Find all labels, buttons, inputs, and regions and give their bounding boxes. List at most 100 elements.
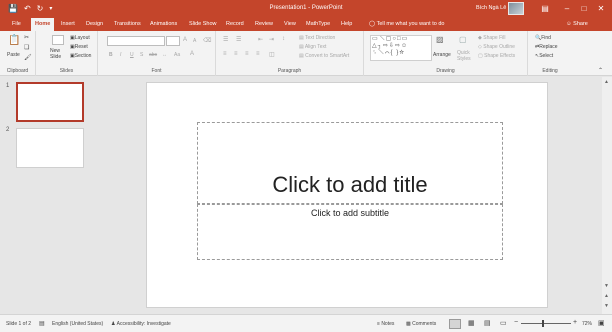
ribbon-display-options-icon[interactable]: ▤	[538, 2, 552, 16]
tab-mathtype[interactable]: MathType	[302, 18, 334, 31]
share-button[interactable]: ☺ Share	[566, 18, 588, 31]
subtitle-placeholder[interactable]: Click to add subtitle	[197, 204, 503, 260]
cut-icon[interactable]: ✂	[24, 34, 29, 41]
spelling-check-icon[interactable]: ▤	[39, 320, 45, 327]
minimize-icon[interactable]: –	[560, 2, 574, 16]
character-spacing-icon[interactable]: ↔	[162, 52, 167, 58]
paste-icon[interactable]: 📋	[8, 35, 20, 46]
zoom-out-icon[interactable]: −	[514, 319, 518, 326]
tell-me-text: Tell me what you want to do	[376, 21, 445, 27]
slide-canvas[interactable]: Click to add title Click to add subtitle	[146, 82, 548, 308]
slide-sorter-icon[interactable]: ▦	[468, 319, 475, 327]
layout-label: Layout	[74, 35, 90, 41]
tab-home[interactable]: Home	[31, 18, 55, 31]
align-text-button[interactable]: ▤ Align Text	[299, 44, 326, 50]
zoom-slider[interactable]	[521, 323, 571, 324]
paste-button[interactable]: Paste	[7, 52, 20, 58]
next-slide-icon[interactable]: ▼	[604, 303, 609, 309]
text-direction-button[interactable]: ▤ Text Direction	[299, 35, 335, 41]
scroll-down-icon[interactable]: ▼	[604, 283, 609, 289]
tab-transitions[interactable]: Transitions	[110, 18, 145, 31]
increase-font-size-button[interactable]: A	[183, 37, 187, 43]
shape-effects-button[interactable]: ▢ Shape Effects	[478, 53, 515, 59]
normal-view-icon[interactable]	[449, 319, 461, 329]
slide-thumbnail-2[interactable]	[16, 128, 84, 168]
comments-button[interactable]: ▩ Comments	[406, 321, 436, 327]
replace-button[interactable]: ⇄Replace	[535, 44, 558, 50]
user-name[interactable]: Bích Ngà Lê	[476, 5, 506, 11]
align-center-icon[interactable]: ≡	[234, 51, 238, 57]
shadow-button[interactable]: S	[140, 52, 143, 58]
change-case-button[interactable]: Aa	[174, 52, 180, 58]
select-button[interactable]: ↖Select	[535, 53, 553, 59]
layout-button[interactable]: ▣Layout	[70, 35, 90, 41]
strikethrough-button[interactable]: abc	[149, 52, 157, 58]
slide-thumbnail-1[interactable]	[16, 82, 84, 122]
tab-animations[interactable]: Animations	[146, 18, 181, 31]
increase-indent-icon[interactable]: ⇥	[269, 36, 274, 43]
decrease-indent-icon[interactable]: ⇤	[258, 36, 263, 43]
align-text-label: Align Text	[304, 44, 327, 50]
shape-fill-button[interactable]: ◆ Shape Fill	[478, 35, 505, 41]
replace-label: Replace	[539, 44, 558, 50]
vertical-scrollbar[interactable]: ▲ ▼ ▲ ▼	[602, 77, 612, 314]
zoom-in-icon[interactable]: +	[573, 319, 577, 326]
tab-view[interactable]: View	[280, 18, 300, 31]
font-color-icon[interactable]: A	[190, 51, 194, 57]
arrange-icon[interactable]: ▨	[436, 35, 444, 44]
underline-button[interactable]: U	[130, 52, 134, 58]
find-button[interactable]: 🔍Find	[535, 35, 551, 41]
tab-design[interactable]: Design	[82, 18, 107, 31]
clear-formatting-icon[interactable]: ⌫	[203, 37, 211, 44]
decrease-font-size-button[interactable]: A	[193, 38, 196, 44]
quick-styles-label-2[interactable]: Styles	[457, 56, 471, 62]
tab-file[interactable]: File	[8, 18, 25, 31]
collapse-ribbon-icon[interactable]: ⌃	[598, 67, 603, 74]
accessibility-button[interactable]: ♟ Accessibility: Investigate	[111, 321, 171, 327]
new-slide-icon[interactable]	[52, 35, 64, 45]
tab-slide-show[interactable]: Slide Show	[185, 18, 221, 31]
arrange-button[interactable]: Arrange	[433, 52, 451, 58]
close-icon[interactable]: ✕	[594, 2, 608, 16]
zoom-level[interactable]: 72%	[582, 321, 592, 327]
format-painter-icon[interactable]: 🖌	[24, 54, 32, 61]
new-slide-label-2[interactable]: Slide	[50, 54, 61, 60]
font-size-dropdown[interactable]	[166, 36, 180, 46]
italic-button[interactable]: I	[120, 52, 121, 58]
title-placeholder[interactable]: Click to add title	[197, 122, 503, 204]
align-right-icon[interactable]: ≡	[245, 51, 249, 57]
shape-outline-button[interactable]: ◇ Shape Outline	[478, 44, 515, 50]
status-bar: Slide 1 of 2 ▤ English (United States) ♟…	[0, 314, 612, 332]
bullets-icon[interactable]: ☰	[223, 36, 228, 43]
tab-review[interactable]: Review	[251, 18, 277, 31]
scroll-up-icon[interactable]: ▲	[604, 79, 609, 85]
numbering-icon[interactable]: ☰	[236, 36, 241, 43]
maximize-icon[interactable]: □	[577, 2, 591, 16]
previous-slide-icon[interactable]: ▲	[604, 293, 609, 299]
notes-button[interactable]: ≡ Notes	[377, 321, 394, 327]
reset-button[interactable]: ▣Reset	[70, 44, 88, 50]
powerpoint-window: 💾 ↶ ↻ ▾ Presentation1 - PowerPoint Bích …	[0, 0, 612, 332]
zoom-slider-thumb[interactable]	[542, 320, 544, 327]
align-left-icon[interactable]: ≡	[223, 51, 227, 57]
language-indicator[interactable]: English (United States)	[52, 321, 103, 327]
line-spacing-icon[interactable]: ↕	[282, 36, 285, 42]
quick-styles-icon[interactable]: ▢	[459, 35, 467, 44]
group-drawing: ▭＼▢○□▭ △┐⇨⇩⇨☺ ␟＼⌒{ }☆ ▨ Arrange ▢ Quick St…	[364, 31, 528, 76]
section-button[interactable]: ▣Section	[70, 53, 91, 59]
columns-icon[interactable]: ◫	[269, 51, 275, 58]
user-avatar[interactable]	[508, 2, 524, 15]
tab-record[interactable]: Record	[222, 18, 248, 31]
convert-smartart-button[interactable]: ▤ Convert to SmartArt	[299, 53, 349, 59]
tab-help[interactable]: Help	[337, 18, 356, 31]
fit-to-window-icon[interactable]: ▣	[598, 319, 605, 327]
justify-icon[interactable]: ≡	[256, 51, 260, 57]
reading-view-icon[interactable]: ▤	[484, 319, 491, 327]
bold-button[interactable]: B	[109, 52, 113, 58]
copy-icon[interactable]: ❏	[24, 44, 29, 51]
font-name-dropdown[interactable]	[107, 36, 165, 46]
shapes-gallery[interactable]: ▭＼▢○□▭ △┐⇨⇩⇨☺ ␟＼⌒{ }☆	[370, 35, 432, 61]
slide-show-icon[interactable]: ▭	[500, 319, 507, 327]
tab-insert[interactable]: Insert	[57, 18, 79, 31]
tell-me-search[interactable]: ◯ Tell me what you want to do	[369, 18, 444, 31]
